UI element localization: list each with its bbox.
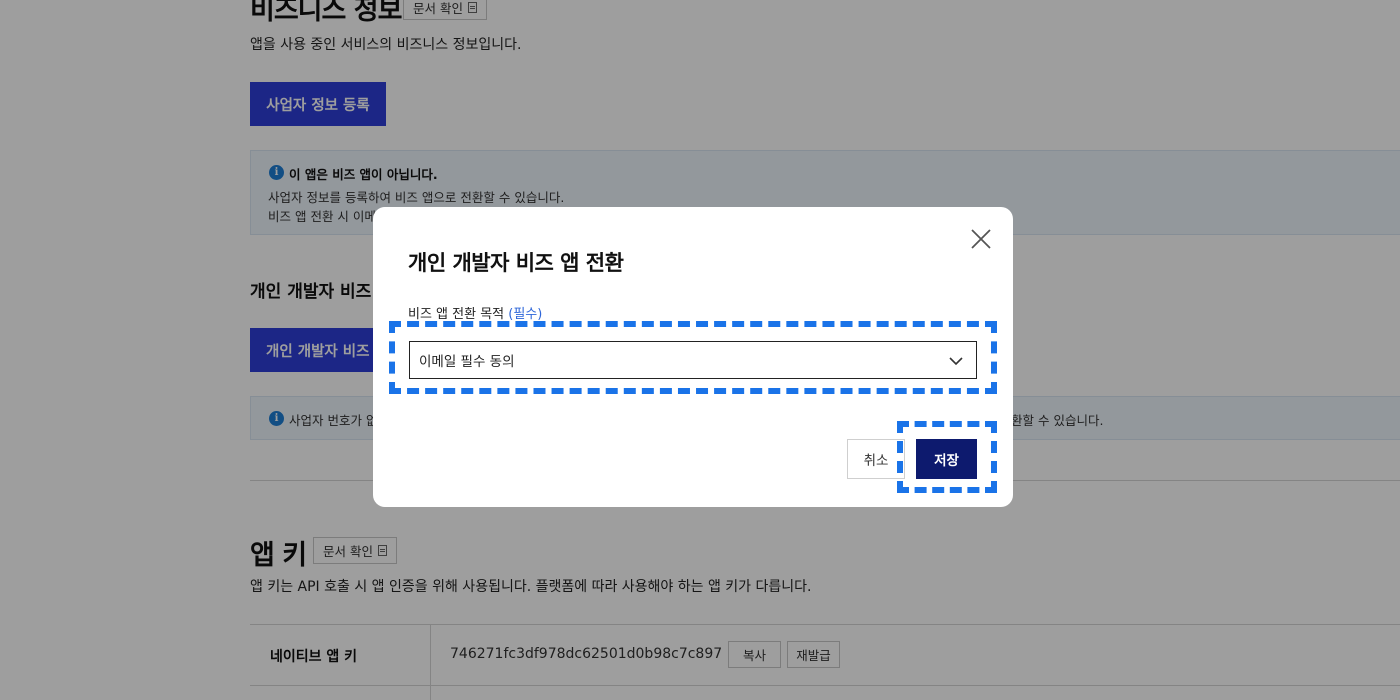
required-label: (필수)	[508, 307, 543, 322]
select-value: 이메일 필수 동의	[419, 354, 515, 370]
purpose-select[interactable]: 이메일 필수 동의	[409, 341, 977, 379]
close-button[interactable]	[969, 227, 993, 251]
purpose-label-text: 비즈 앱 전환 목적	[408, 307, 505, 322]
modal-title: 개인 개발자 비즈 앱 전환	[408, 251, 624, 275]
cancel-button[interactable]: 취소	[847, 439, 905, 479]
purpose-field-label: 비즈 앱 전환 목적 (필수)	[408, 303, 542, 322]
close-icon	[971, 229, 991, 249]
biz-convert-modal: 개인 개발자 비즈 앱 전환 비즈 앱 전환 목적 (필수) 이메일 필수 동의…	[373, 207, 1013, 507]
chevron-down-icon	[949, 357, 963, 366]
save-button[interactable]: 저장	[916, 439, 977, 479]
